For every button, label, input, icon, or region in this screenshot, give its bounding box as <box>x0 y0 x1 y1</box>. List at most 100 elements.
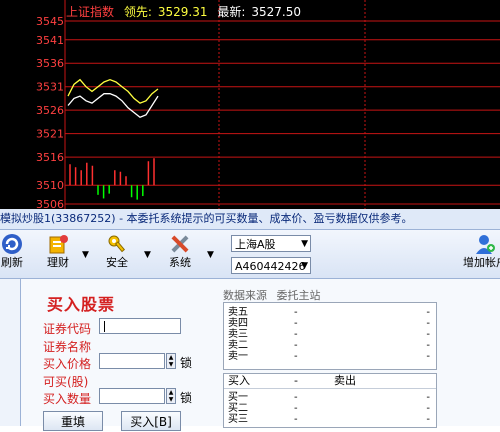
qty-spinner[interactable]: ▲ ▼ <box>166 388 176 404</box>
quote-row: 买二 - - <box>224 403 436 414</box>
quote-row: 卖三 - - <box>224 329 436 340</box>
refresh-button[interactable]: 刷新 <box>0 233 32 275</box>
security-dropdown-icon[interactable]: ▼ <box>144 250 151 260</box>
system-label: 系统 <box>169 256 191 269</box>
avail-label: 可买(股) <box>43 375 89 389</box>
refresh-label: 刷新 <box>1 256 23 269</box>
quote-row: 卖二 - - <box>224 340 436 351</box>
security-button[interactable]: 安全 <box>97 233 137 275</box>
order-panel: 买入股票 证券代码 证券名称 买入价格 ▲ ▼ 锁 可买(股) 买入数量 ▲ ▼ 锁… <box>21 279 500 431</box>
quote-volume: - <box>426 340 430 351</box>
y-tick-label: 3516 <box>36 151 64 164</box>
market-value: 上海A股 <box>235 238 276 251</box>
quote-volume: - <box>426 307 430 318</box>
sell-quote-box: 卖五 - - 卖四 - - 卖三 - - 卖二 - - 卖一 - - <box>223 302 437 370</box>
add-account-button[interactable]: 增加帐户 <box>460 233 500 275</box>
account-name: 模拟炒股1 <box>0 212 51 225</box>
quote-price: - <box>294 392 298 403</box>
buy-quote-box: 买入 - 卖出 买一 - - 买二 - - 买三 - - <box>223 373 437 428</box>
quote-level: 卖四 <box>228 318 248 329</box>
system-dropdown-icon[interactable]: ▼ <box>207 250 214 260</box>
quote-price: - <box>294 307 298 318</box>
quote-price: - <box>294 414 298 425</box>
index-name: 上证指数 <box>66 5 115 19</box>
quote-row: 买一 - - <box>224 392 436 403</box>
price-spinner[interactable]: ▲ ▼ <box>166 353 176 369</box>
chevron-down-icon: ▼ <box>301 261 308 271</box>
refresh-icon <box>2 234 22 254</box>
y-tick-label: 3536 <box>36 57 64 70</box>
header-dash: - <box>294 374 298 387</box>
quote-volume: - <box>426 403 430 414</box>
text-cursor <box>104 321 105 332</box>
quote-price: - <box>294 318 298 329</box>
buy-header: 买入 <box>228 374 250 387</box>
data-source-value: 委托主站 <box>276 289 321 302</box>
quote-level: 卖一 <box>228 351 248 362</box>
quote-price: - <box>294 329 298 340</box>
buy-rows: 买一 - - 买二 - - 买三 - - <box>224 389 436 425</box>
key-icon <box>108 235 126 253</box>
left-nav-strip <box>0 279 21 426</box>
finance-icon <box>49 235 68 254</box>
y-tick-label: 3506 <box>36 198 64 209</box>
account-value: A460442426 <box>235 260 306 273</box>
chevron-down-icon: ▼ <box>301 239 308 249</box>
y-tick-label: 3521 <box>36 128 64 141</box>
quote-level: 卖三 <box>228 329 248 340</box>
market-select[interactable]: 上海A股 ▼ <box>231 235 311 252</box>
quote-row: 卖一 - - <box>224 351 436 362</box>
intraday-chart: 3545 3541 3536 3531 3526 3521 3516 3510 3506 上证指… <box>0 0 500 209</box>
y-tick-label: 3541 <box>36 34 64 47</box>
notice-text: - 本委托系统提示的可买数量、成本价、盈亏数据仅供参考。 <box>119 212 413 225</box>
sell-header: 卖出 <box>334 374 356 387</box>
quote-volume: - <box>426 414 430 425</box>
system-button[interactable]: 系统 <box>160 233 200 275</box>
quote-price: - <box>294 403 298 414</box>
order-title: 买入股票 <box>47 295 116 314</box>
reset-button[interactable]: 重填 <box>43 411 103 431</box>
chart-header: 上证指数 领先: 3529.31 最新: 3527.50 <box>66 3 307 20</box>
price-line <box>67 93 159 118</box>
quote-volume: - <box>426 329 430 340</box>
quote-volume: - <box>426 392 430 403</box>
finance-label: 理财 <box>47 256 69 269</box>
qty-lock[interactable]: 锁 <box>180 389 192 406</box>
toolbar: 刷新 理财 ▼ 安全 ▼ 系统 ▼ 上海A股 ▼ A460442426 ▼ 增加… <box>0 230 500 279</box>
info-bar: 模拟炒股1(33867252) - 本委托系统提示的可买数量、成本价、盈亏数据仅… <box>0 209 500 230</box>
y-tick-label: 3510 <box>36 179 64 192</box>
price-lock[interactable]: 锁 <box>180 354 192 371</box>
price-input[interactable] <box>99 353 165 369</box>
quote-volume: - <box>426 351 430 362</box>
quote-row: 卖五 - - <box>224 307 436 318</box>
quote-level: 卖二 <box>228 340 248 351</box>
quote-price: - <box>294 351 298 362</box>
quote-row: 买三 - - <box>224 414 436 425</box>
add-account-label: 增加帐户 <box>463 256 500 269</box>
y-tick-label: 3526 <box>36 104 64 117</box>
code-input[interactable] <box>99 318 181 334</box>
buy-button[interactable]: 买入[B] <box>121 411 181 431</box>
finance-button[interactable]: 理财 <box>38 233 78 275</box>
account-select[interactable]: A460442426 ▼ <box>231 257 311 274</box>
avg-price-line <box>67 78 159 104</box>
latest-value: 3527.50 <box>251 5 302 19</box>
y-tick-label: 3531 <box>36 81 64 94</box>
finance-dropdown-icon[interactable]: ▼ <box>82 250 89 260</box>
code-label: 证券代码 <box>43 322 92 336</box>
data-source: 数据来源 委托主站 <box>223 287 321 303</box>
sell-rows: 卖五 - - 卖四 - - 卖三 - - 卖二 - - 卖一 - - <box>224 303 436 362</box>
quote-header: 买入 - 卖出 <box>224 374 436 389</box>
quote-level: 买二 <box>228 403 248 414</box>
qty-input[interactable] <box>99 388 165 404</box>
name-label: 证券名称 <box>43 340 92 354</box>
y-tick-label: 3545 <box>36 15 64 28</box>
tools-icon <box>171 235 189 253</box>
quote-level: 卖五 <box>228 307 248 318</box>
quote-price: - <box>294 340 298 351</box>
add-user-icon <box>476 235 495 254</box>
price-label: 买入价格 <box>43 357 92 371</box>
qty-label: 买入数量 <box>43 392 92 406</box>
account-id: (33867252) <box>51 212 116 225</box>
quote-row: 卖四 - - <box>224 318 436 329</box>
